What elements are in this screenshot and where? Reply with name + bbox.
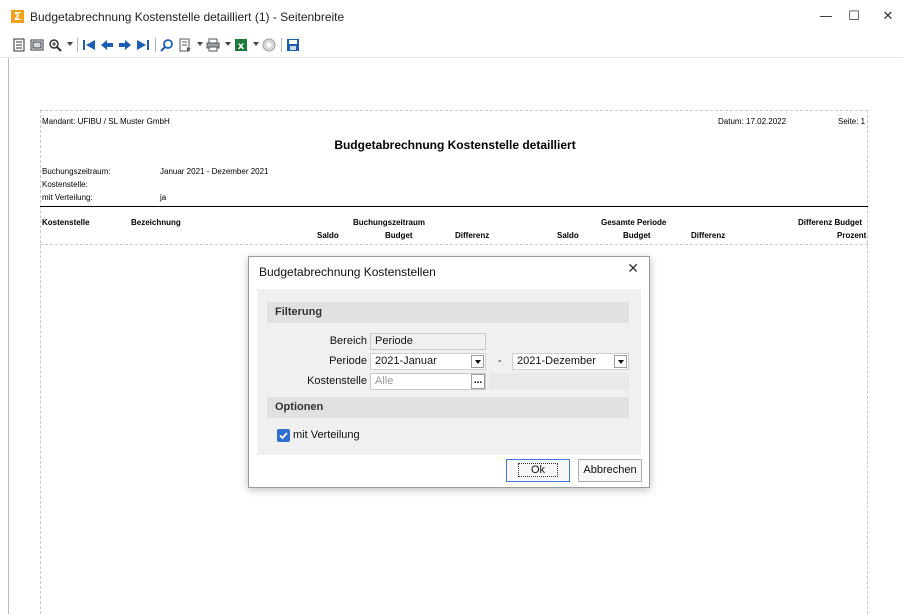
mit-verteilung-checkbox[interactable] bbox=[277, 429, 290, 442]
param-label: Buchungszeitraum: bbox=[42, 167, 111, 176]
col-differenz: Differenz bbox=[455, 231, 490, 240]
top-margin-guide bbox=[40, 110, 868, 111]
app-sigma-icon: Σ bbox=[11, 10, 24, 23]
zoom-dropdown-arrow[interactable] bbox=[67, 42, 73, 46]
col-differenz: Differenz bbox=[691, 231, 726, 240]
chevron-down-icon[interactable] bbox=[614, 355, 627, 368]
bereich-label: Bereich bbox=[329, 335, 367, 347]
param-label: Kostenstelle: bbox=[42, 180, 88, 189]
report-title: Budgetabrechnung Kostenstelle detaillier… bbox=[0, 138, 903, 152]
col-saldo: Saldo bbox=[557, 231, 579, 240]
abbrechen-button[interactable]: Abbrechen bbox=[578, 459, 642, 482]
excel-dropdown-arrow[interactable] bbox=[253, 42, 259, 46]
report-mandant: Mandant: UFIBU / SL Muster GmbH bbox=[42, 117, 170, 126]
param-value: ja bbox=[160, 193, 167, 202]
excel-icon[interactable]: x bbox=[234, 38, 248, 52]
report-datum: Datum: 17.02.2022 bbox=[718, 117, 787, 126]
dialog-body: Filterung Bereich Periode Periode 2021-J… bbox=[257, 289, 641, 455]
zoom-icon[interactable] bbox=[48, 38, 62, 52]
report-header-rule bbox=[40, 206, 868, 207]
section-filterung: Filterung bbox=[267, 302, 629, 323]
next-page-icon[interactable] bbox=[118, 38, 132, 52]
chevron-down-icon[interactable] bbox=[471, 355, 484, 368]
param-value: Januar 2021 - Dezember 2021 bbox=[160, 167, 269, 176]
save-icon[interactable] bbox=[286, 38, 300, 52]
periode-separator: - bbox=[498, 355, 502, 367]
print-dropdown-arrow[interactable] bbox=[225, 42, 231, 46]
column-header-rule bbox=[40, 244, 868, 245]
kostenstelle-placeholder: Alle bbox=[375, 375, 394, 387]
toolbar-separator bbox=[155, 38, 156, 52]
param-label: mit Verteilung: bbox=[42, 193, 93, 202]
toolbar-separator bbox=[281, 38, 282, 52]
report-seite: Seite: 1 bbox=[838, 117, 866, 126]
periode-from-value: 2021-Januar bbox=[375, 355, 437, 367]
col-differenz-budget: Differenz Budget bbox=[798, 218, 862, 227]
ok-button-label: Ok bbox=[517, 463, 559, 477]
right-margin-guide bbox=[867, 110, 868, 614]
report-preview-window: Σ Budgetabrechnung Kostenstelle detailli… bbox=[0, 0, 903, 614]
window-title: Budgetabrechnung Kostenstelle detaillier… bbox=[30, 10, 345, 24]
ok-button[interactable]: Ok bbox=[506, 459, 570, 482]
periode-from-select[interactable]: 2021-Januar bbox=[370, 353, 486, 370]
periode-to-select[interactable]: 2021-Dezember bbox=[512, 353, 629, 370]
page-layout-icon[interactable] bbox=[30, 38, 44, 52]
periode-to-value: 2021-Dezember bbox=[517, 355, 596, 367]
col-bezeichnung: Bezeichnung bbox=[131, 218, 181, 227]
report-title-text: Budgetabrechnung Kostenstelle detaillier… bbox=[334, 138, 576, 152]
mit-verteilung-label[interactable]: mit Verteilung bbox=[293, 429, 360, 441]
col-budget: Budget bbox=[623, 231, 651, 240]
periode-label: Periode bbox=[329, 355, 367, 367]
title-bar: Σ Budgetabrechnung Kostenstelle detailli… bbox=[0, 0, 903, 32]
kostenstelle-input[interactable]: Alle bbox=[370, 373, 486, 390]
export-icon[interactable] bbox=[178, 38, 192, 52]
page-icon[interactable] bbox=[12, 38, 26, 52]
section-optionen: Optionen bbox=[267, 397, 629, 418]
col-budget: Budget bbox=[385, 231, 413, 240]
bereich-field: Periode bbox=[370, 333, 486, 350]
stop-icon[interactable] bbox=[262, 38, 276, 52]
maximize-button[interactable]: ☐ bbox=[840, 6, 868, 28]
search-icon[interactable] bbox=[160, 38, 174, 52]
export-dropdown-arrow[interactable] bbox=[197, 42, 203, 46]
minimize-button[interactable]: — bbox=[812, 6, 840, 28]
col-buchungszeitraum: Buchungszeitraum bbox=[353, 218, 426, 227]
dialog-title: Budgetabrechnung Kostenstellen bbox=[259, 265, 436, 279]
kostenstelle-browse-button[interactable]: ... bbox=[471, 374, 485, 389]
toolbar-separator bbox=[77, 38, 78, 52]
last-page-icon[interactable] bbox=[136, 38, 150, 52]
print-icon[interactable] bbox=[206, 38, 220, 52]
col-kostenstelle: Kostenstelle bbox=[42, 218, 90, 227]
col-prozent: Prozent bbox=[837, 231, 867, 240]
kostenstelle-description bbox=[489, 373, 629, 390]
svg-text:x: x bbox=[238, 41, 245, 52]
dialog-close-icon[interactable]: ✕ bbox=[627, 261, 639, 277]
prev-page-icon[interactable] bbox=[100, 38, 114, 52]
budget-dialog: Budgetabrechnung Kostenstellen ✕ Filteru… bbox=[248, 256, 650, 488]
col-gesamte-periode: Gesamte Periode bbox=[601, 218, 667, 227]
left-margin-guide bbox=[40, 110, 41, 614]
close-button[interactable]: ✕ bbox=[874, 6, 902, 28]
preview-toolbar: x bbox=[0, 32, 903, 58]
col-saldo: Saldo bbox=[317, 231, 339, 240]
first-page-icon[interactable] bbox=[82, 38, 96, 52]
kostenstelle-label: Kostenstelle bbox=[307, 375, 367, 387]
